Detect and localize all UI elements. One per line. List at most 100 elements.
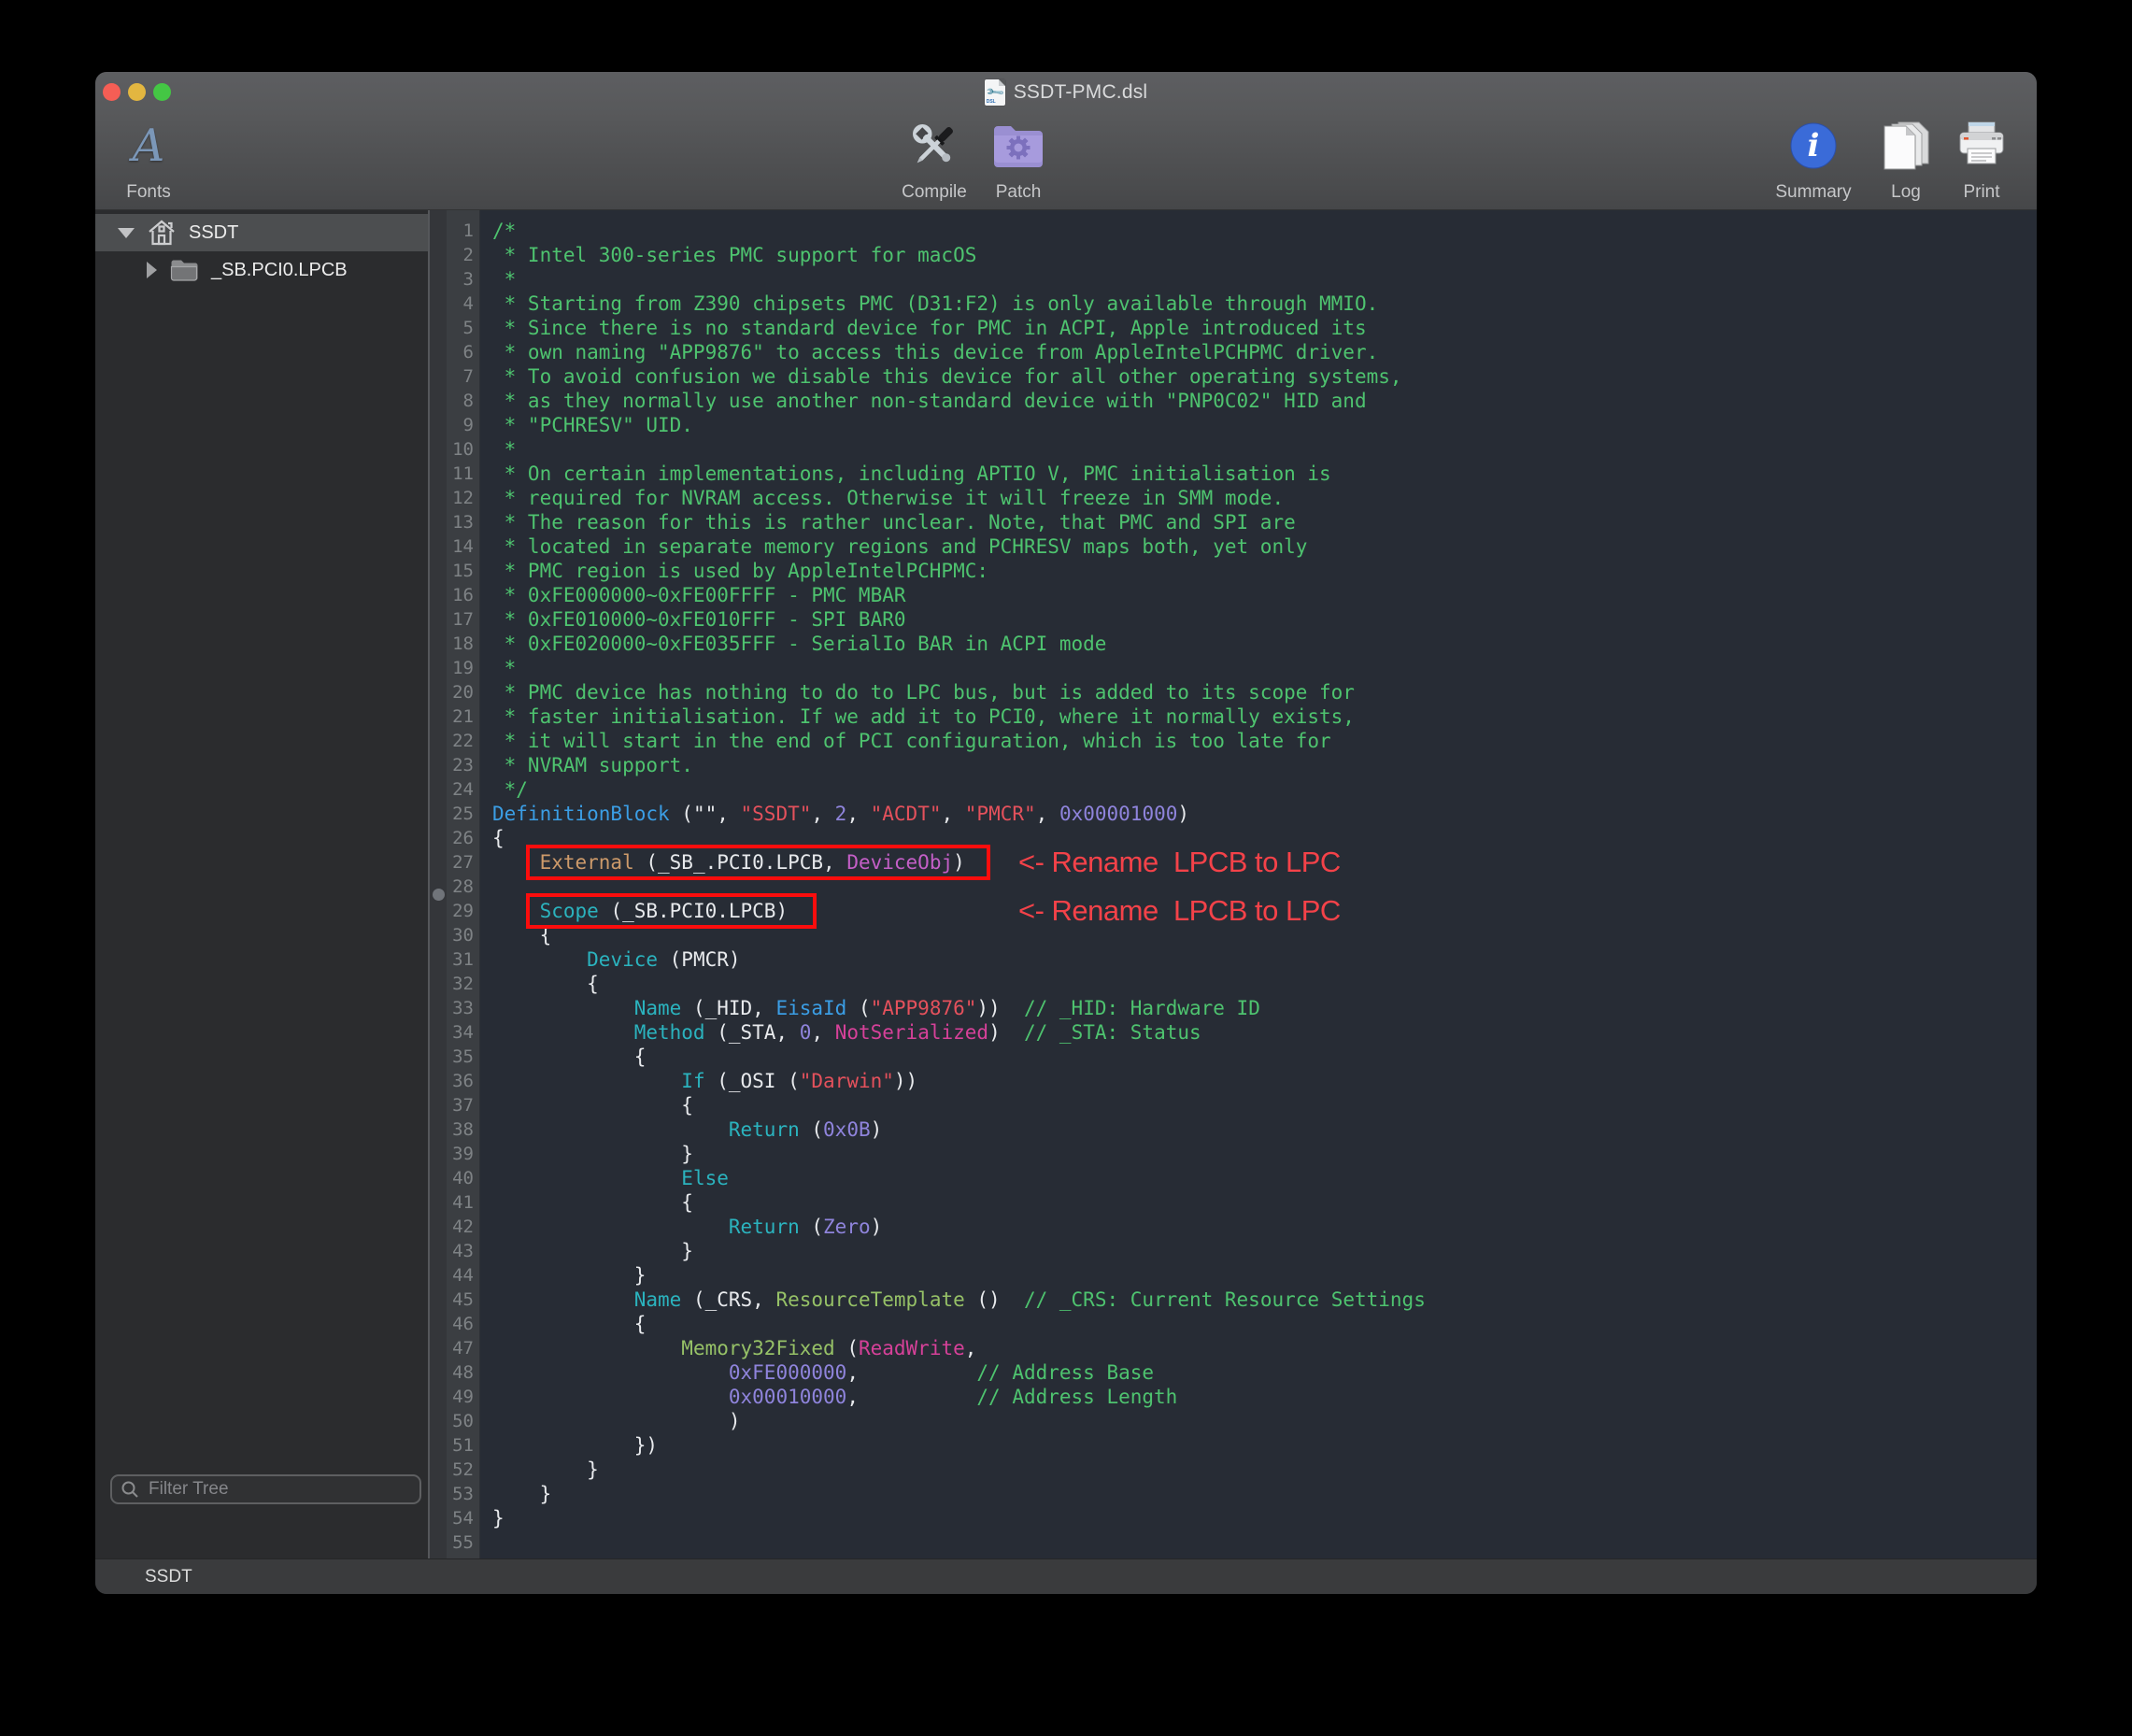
code-line-21: * faster initialisation. If we add it to… xyxy=(480,704,2037,729)
line-number: 53 xyxy=(447,1482,479,1506)
code-area[interactable]: /* * Intel 300-series PMC support for ma… xyxy=(480,219,2037,1555)
line-number: 9 xyxy=(447,413,479,437)
code-line-37: { xyxy=(480,1093,2037,1117)
line-number: 29 xyxy=(447,899,479,923)
code-token: * faster initialisation. If we add it to… xyxy=(492,705,1355,728)
disclosure-down-icon[interactable] xyxy=(118,228,135,238)
code-token: ( xyxy=(835,1337,859,1359)
code-line-51: }) xyxy=(480,1433,2037,1458)
line-number: 27 xyxy=(447,850,479,875)
line-number: 2 xyxy=(447,243,479,267)
line-number: 31 xyxy=(447,947,479,972)
code-line-47: Memory32Fixed (ReadWrite, xyxy=(480,1336,2037,1360)
code-token: * "PCHRESV" UID. xyxy=(492,414,693,436)
code-token: * xyxy=(492,268,516,291)
gutter-marker-strip xyxy=(430,210,447,1558)
sidebar-item-label: _SB.PCI0.LPCB xyxy=(211,260,348,281)
code-token: "SSDT" xyxy=(741,803,812,825)
code-token: */ xyxy=(492,778,528,801)
filter-tree-input[interactable] xyxy=(147,1478,419,1501)
code-token: } xyxy=(492,1483,551,1505)
annotation-text: <- Rename LPCB to LPC xyxy=(1018,894,1341,928)
code-token: If xyxy=(681,1070,704,1092)
code-token: (_HID, xyxy=(681,997,775,1019)
code-token: 0x0B xyxy=(823,1118,871,1141)
line-number: 30 xyxy=(447,923,479,947)
code-token: } xyxy=(492,1507,505,1530)
fonts-button[interactable]: A Fonts xyxy=(95,117,214,203)
window-header: 🔧 DSL SSDT-PMC.dsl A Fonts xyxy=(95,72,2037,210)
code-token xyxy=(492,1337,681,1359)
code-line-41: { xyxy=(480,1190,2037,1215)
code-editor[interactable]: 1234567891011121314151617181920212223242… xyxy=(430,210,2037,1558)
code-token: { xyxy=(492,1191,693,1214)
code-token: (_STA, xyxy=(705,1021,800,1044)
code-line-5: * Since there is no standard device for … xyxy=(480,316,2037,340)
code-token: 0xFE000000 xyxy=(729,1361,846,1384)
sidebar-item-ssdt[interactable]: SSDT xyxy=(95,214,428,251)
code-line-3: * xyxy=(480,267,2037,292)
code-token: , xyxy=(1036,803,1059,825)
line-number: 46 xyxy=(447,1312,479,1336)
gutter-marker-dot[interactable] xyxy=(433,889,445,901)
annotation-text: <- Rename LPCB to LPC xyxy=(1018,846,1341,879)
code-token: )) xyxy=(976,997,1024,1019)
code-token: EisaId xyxy=(775,997,846,1019)
print-button[interactable]: Print xyxy=(1916,117,2037,203)
line-number: 3 xyxy=(447,267,479,292)
line-number: 20 xyxy=(447,680,479,704)
fonts-label: Fonts xyxy=(126,182,171,203)
code-token: { xyxy=(492,973,599,995)
code-token: // Address Length xyxy=(976,1386,1177,1408)
line-number: 35 xyxy=(447,1045,479,1069)
code-token: // _HID: Hardware ID xyxy=(1024,997,1260,1019)
line-number: 49 xyxy=(447,1385,479,1409)
line-number: 51 xyxy=(447,1433,479,1458)
code-token: * required for NVRAM access. Otherwise i… xyxy=(492,487,1284,509)
code-line-25: DefinitionBlock ("", "SSDT", 2, "ACDT", … xyxy=(480,802,2037,826)
code-token: ( xyxy=(800,1216,823,1238)
disclosure-right-icon[interactable] xyxy=(147,262,157,278)
code-token: * located in separate memory regions and… xyxy=(492,535,1307,558)
highlight-box-line-29 xyxy=(526,893,817,929)
line-number-gutter: 1234567891011121314151617181920212223242… xyxy=(447,210,480,1558)
line-number: 25 xyxy=(447,802,479,826)
line-number: 15 xyxy=(447,559,479,583)
code-token: ) xyxy=(871,1118,883,1141)
code-line-39: } xyxy=(480,1142,2037,1166)
line-number: 32 xyxy=(447,972,479,996)
code-token: Return xyxy=(729,1216,800,1238)
code-line-13: * The reason for this is rather unclear.… xyxy=(480,510,2037,534)
fonts-icon: A xyxy=(133,123,165,168)
line-number: 22 xyxy=(447,729,479,753)
patch-button[interactable]: Patch xyxy=(953,117,1084,203)
line-number: 52 xyxy=(447,1458,479,1482)
folder-icon xyxy=(170,259,198,281)
sidebar-item-sb-pci0-lpcb[interactable]: _SB.PCI0.LPCB xyxy=(95,251,428,289)
code-token: "PMCR" xyxy=(965,803,1036,825)
print-icon xyxy=(1956,117,2007,175)
line-number: 33 xyxy=(447,996,479,1020)
line-number: 43 xyxy=(447,1239,479,1263)
code-token: { xyxy=(492,1313,646,1335)
code-token: ReadWrite xyxy=(859,1337,965,1359)
code-token: , xyxy=(965,1337,977,1359)
filter-tree-field[interactable] xyxy=(110,1474,421,1504)
code-token: , xyxy=(811,803,834,825)
code-line-31: Device (PMCR) xyxy=(480,947,2037,972)
code-token: * Starting from Z390 chipsets PMC (D31:F… xyxy=(492,292,1378,315)
code-token: , xyxy=(811,1021,834,1044)
code-token: 0x00010000 xyxy=(729,1386,846,1408)
code-token: , xyxy=(846,803,870,825)
code-line-12: * required for NVRAM access. Otherwise i… xyxy=(480,486,2037,510)
code-token: "ACDT" xyxy=(871,803,942,825)
code-token: NotSerialized xyxy=(835,1021,988,1044)
code-token xyxy=(492,1118,729,1141)
svg-text:i: i xyxy=(1808,127,1820,164)
code-line-53: } xyxy=(480,1482,2037,1506)
code-line-1: /* xyxy=(480,219,2037,243)
line-number: 54 xyxy=(447,1506,479,1530)
code-token: // _CRS: Current Resource Settings xyxy=(1024,1288,1426,1311)
summary-icon: i xyxy=(1790,117,1837,175)
code-token: * NVRAM support. xyxy=(492,754,693,776)
